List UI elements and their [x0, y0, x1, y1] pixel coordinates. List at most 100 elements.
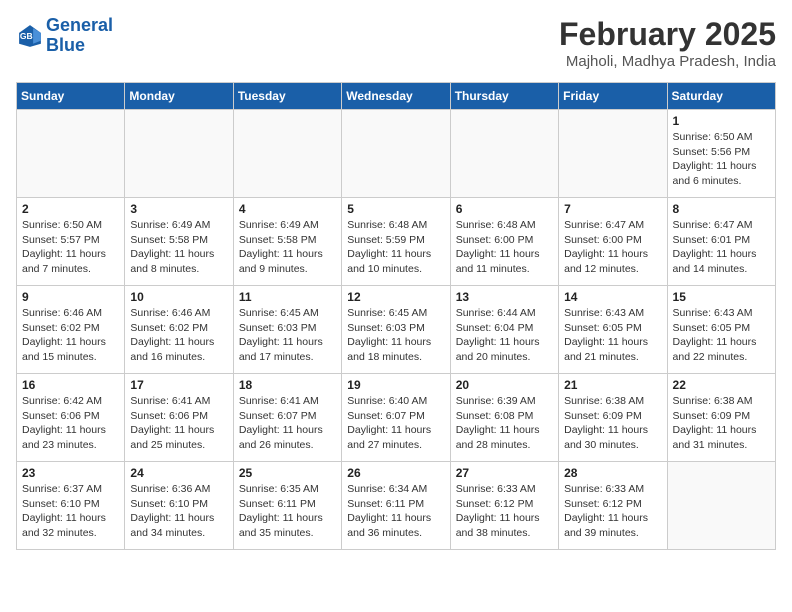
calendar-cell: 10 Sunrise: 6:46 AM Sunset: 6:02 PM Dayli…	[125, 286, 233, 374]
calendar-cell: 24Sunrise: 6:36 AM Sunset: 6:10 PM Dayli…	[125, 462, 233, 550]
calendar-cell	[559, 110, 667, 198]
day-info: Sunrise: 6:42 AM Sunset: 6:06 PM Dayligh…	[22, 394, 119, 453]
weekday-header-sunday: Sunday	[17, 83, 125, 110]
day-number: 7	[564, 202, 661, 216]
svg-text:GB: GB	[20, 31, 33, 41]
calendar-cell: 19 Sunrise: 6:40 AM Sunset: 6:07 PM Dayli…	[342, 374, 450, 462]
day-info: Sunrise: 6:46 AM Sunset: 6:02 PM Dayligh…	[22, 306, 119, 365]
week-row-5: 23 Sunrise: 6:37 AM Sunset: 6:10 PM Dayli…	[17, 462, 776, 550]
calendar-cell: 1 Sunrise: 6:50 AM Sunset: 5:56 PM Daylig…	[667, 110, 775, 198]
calendar-cell: 5 Sunrise: 6:48 AM Sunset: 5:59 PM Daylig…	[342, 198, 450, 286]
calendar-cell: 26Sunrise: 6:34 AM Sunset: 6:11 PM Dayli…	[342, 462, 450, 550]
day-info: Sunrise: 6:45 AM Sunset: 6:03 PM Dayligh…	[347, 306, 444, 365]
day-info: Sunrise: 6:43 AM Sunset: 6:05 PM Dayligh…	[564, 306, 661, 365]
day-number: 1	[673, 114, 770, 128]
day-number: 4	[239, 202, 336, 216]
day-number: 20	[456, 378, 553, 392]
calendar-cell: 3 Sunrise: 6:49 AM Sunset: 5:58 PM Daylig…	[125, 198, 233, 286]
day-number: 12	[347, 290, 444, 304]
day-info: Sunrise: 6:48 AM Sunset: 5:59 PM Dayligh…	[347, 218, 444, 277]
day-number: 25	[239, 466, 336, 480]
day-number: 8	[673, 202, 770, 216]
day-number: 18	[239, 378, 336, 392]
day-info: Sunrise: 6:41 AM Sunset: 6:06 PM Dayligh…	[130, 394, 227, 453]
calendar-cell: 15 Sunrise: 6:43 AM Sunset: 6:05 PM Dayli…	[667, 286, 775, 374]
calendar-cell: 17 Sunrise: 6:41 AM Sunset: 6:06 PM Dayli…	[125, 374, 233, 462]
calendar-cell	[450, 110, 558, 198]
calendar-cell: 6Sunrise: 6:48 AM Sunset: 6:00 PM Daylig…	[450, 198, 558, 286]
calendar-cell: 18 Sunrise: 6:41 AM Sunset: 6:07 PM Dayli…	[233, 374, 341, 462]
day-number: 17	[130, 378, 227, 392]
day-info: Sunrise: 6:39 AM Sunset: 6:08 PM Dayligh…	[456, 394, 553, 453]
day-number: 21	[564, 378, 661, 392]
logo-icon: GB	[16, 22, 44, 50]
day-info: Sunrise: 6:38 AM Sunset: 6:09 PM Dayligh…	[564, 394, 661, 453]
day-info: Sunrise: 6:33 AM Sunset: 6:12 PM Dayligh…	[564, 482, 661, 541]
weekday-header-thursday: Thursday	[450, 83, 558, 110]
day-info: Sunrise: 6:37 AM Sunset: 6:10 PM Dayligh…	[22, 482, 119, 541]
day-info: Sunrise: 6:34 AM Sunset: 6:11 PM Dayligh…	[347, 482, 444, 541]
day-info: Sunrise: 6:40 AM Sunset: 6:07 PM Dayligh…	[347, 394, 444, 453]
logo-text: General Blue	[46, 16, 113, 56]
day-number: 16	[22, 378, 119, 392]
calendar-cell	[667, 462, 775, 550]
logo-line2: Blue	[46, 36, 113, 56]
day-info: Sunrise: 6:46 AM Sunset: 6:02 PM Dayligh…	[130, 306, 227, 365]
calendar-cell: 2 Sunrise: 6:50 AM Sunset: 5:57 PM Daylig…	[17, 198, 125, 286]
calendar-cell: 9 Sunrise: 6:46 AM Sunset: 6:02 PM Daylig…	[17, 286, 125, 374]
weekday-header-tuesday: Tuesday	[233, 83, 341, 110]
calendar-cell: 27 Sunrise: 6:33 AM Sunset: 6:12 PM Dayli…	[450, 462, 558, 550]
calendar-cell	[233, 110, 341, 198]
day-info: Sunrise: 6:43 AM Sunset: 6:05 PM Dayligh…	[673, 306, 770, 365]
calendar-cell: 16 Sunrise: 6:42 AM Sunset: 6:06 PM Dayli…	[17, 374, 125, 462]
calendar-cell: 7 Sunrise: 6:47 AM Sunset: 6:00 PM Daylig…	[559, 198, 667, 286]
calendar-cell: 8Sunrise: 6:47 AM Sunset: 6:01 PM Daylig…	[667, 198, 775, 286]
calendar-cell: 14 Sunrise: 6:43 AM Sunset: 6:05 PM Dayli…	[559, 286, 667, 374]
day-info: Sunrise: 6:48 AM Sunset: 6:00 PM Dayligh…	[456, 218, 553, 277]
calendar-cell	[342, 110, 450, 198]
day-number: 27	[456, 466, 553, 480]
day-info: Sunrise: 6:35 AM Sunset: 6:11 PM Dayligh…	[239, 482, 336, 541]
day-number: 11	[239, 290, 336, 304]
day-info: Sunrise: 6:33 AM Sunset: 6:12 PM Dayligh…	[456, 482, 553, 541]
day-number: 28	[564, 466, 661, 480]
day-info: Sunrise: 6:50 AM Sunset: 5:56 PM Dayligh…	[673, 130, 770, 189]
week-row-1: 1 Sunrise: 6:50 AM Sunset: 5:56 PM Daylig…	[17, 110, 776, 198]
calendar-cell: 25 Sunrise: 6:35 AM Sunset: 6:11 PM Dayli…	[233, 462, 341, 550]
month-title: February 2025	[559, 16, 776, 53]
title-area: February 2025 Majholi, Madhya Pradesh, I…	[559, 16, 776, 70]
week-row-2: 2 Sunrise: 6:50 AM Sunset: 5:57 PM Daylig…	[17, 198, 776, 286]
day-info: Sunrise: 6:41 AM Sunset: 6:07 PM Dayligh…	[239, 394, 336, 453]
calendar-cell: 22 Sunrise: 6:38 AM Sunset: 6:09 PM Dayli…	[667, 374, 775, 462]
day-info: Sunrise: 6:49 AM Sunset: 5:58 PM Dayligh…	[130, 218, 227, 277]
calendar-cell: 13Sunrise: 6:44 AM Sunset: 6:04 PM Dayli…	[450, 286, 558, 374]
calendar-table: SundayMondayTuesdayWednesdayThursdayFrid…	[16, 82, 776, 550]
day-number: 3	[130, 202, 227, 216]
day-number: 19	[347, 378, 444, 392]
day-number: 2	[22, 202, 119, 216]
week-row-4: 16 Sunrise: 6:42 AM Sunset: 6:06 PM Dayli…	[17, 374, 776, 462]
calendar-cell: 21 Sunrise: 6:38 AM Sunset: 6:09 PM Dayli…	[559, 374, 667, 462]
day-number: 9	[22, 290, 119, 304]
day-number: 15	[673, 290, 770, 304]
logo-line1: General	[46, 16, 113, 36]
day-number: 14	[564, 290, 661, 304]
weekday-header-saturday: Saturday	[667, 83, 775, 110]
day-info: Sunrise: 6:49 AM Sunset: 5:58 PM Dayligh…	[239, 218, 336, 277]
weekday-header-friday: Friday	[559, 83, 667, 110]
day-info: Sunrise: 6:38 AM Sunset: 6:09 PM Dayligh…	[673, 394, 770, 453]
calendar-cell: 28 Sunrise: 6:33 AM Sunset: 6:12 PM Dayli…	[559, 462, 667, 550]
day-info: Sunrise: 6:44 AM Sunset: 6:04 PM Dayligh…	[456, 306, 553, 365]
day-number: 23	[22, 466, 119, 480]
day-info: Sunrise: 6:50 AM Sunset: 5:57 PM Dayligh…	[22, 218, 119, 277]
weekday-header-row: SundayMondayTuesdayWednesdayThursdayFrid…	[17, 83, 776, 110]
day-info: Sunrise: 6:36 AM Sunset: 6:10 PM Dayligh…	[130, 482, 227, 541]
day-info: Sunrise: 6:47 AM Sunset: 6:00 PM Dayligh…	[564, 218, 661, 277]
weekday-header-monday: Monday	[125, 83, 233, 110]
day-number: 22	[673, 378, 770, 392]
weekday-header-wednesday: Wednesday	[342, 83, 450, 110]
day-info: Sunrise: 6:45 AM Sunset: 6:03 PM Dayligh…	[239, 306, 336, 365]
day-number: 5	[347, 202, 444, 216]
day-number: 10	[130, 290, 227, 304]
calendar-cell: 23 Sunrise: 6:37 AM Sunset: 6:10 PM Dayli…	[17, 462, 125, 550]
